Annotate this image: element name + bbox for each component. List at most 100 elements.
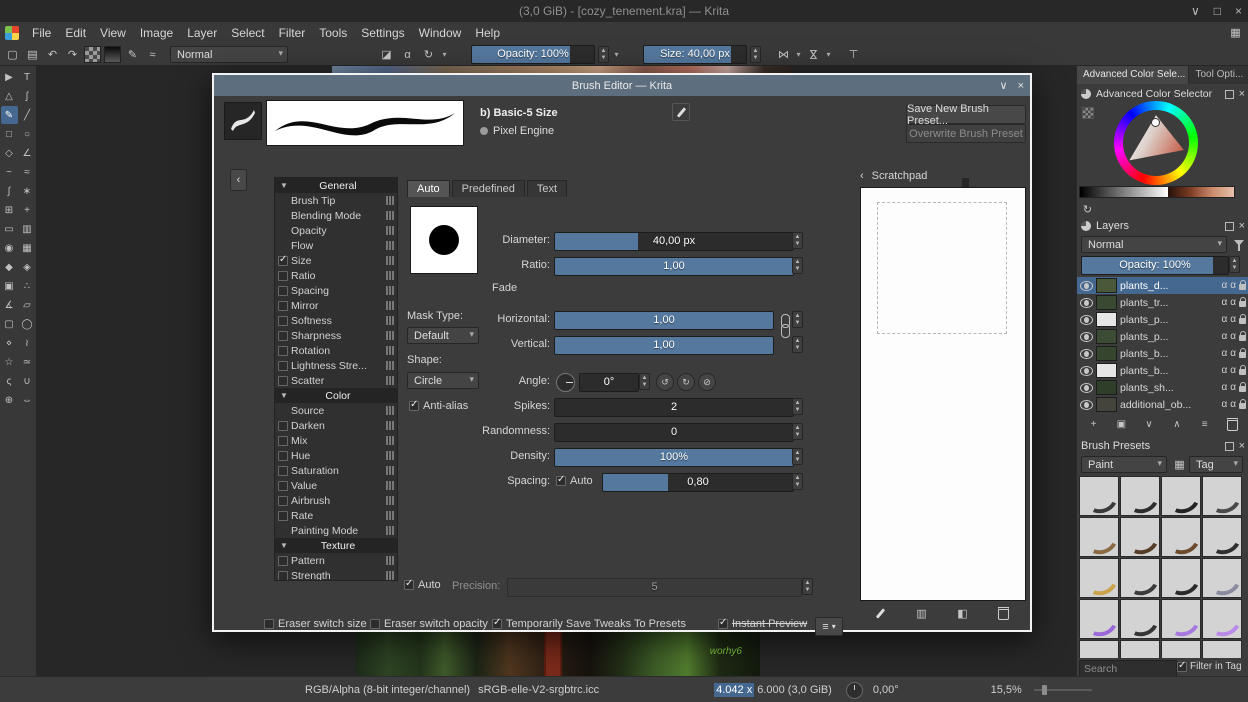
close-dialog-icon[interactable]: × bbox=[1018, 80, 1024, 92]
menu-view[interactable]: View bbox=[93, 22, 133, 44]
mirror-horizontal-icon[interactable]: ⋈ bbox=[775, 46, 792, 63]
link-fade-icon[interactable] bbox=[780, 314, 790, 340]
option-spacing[interactable]: Spacing bbox=[275, 283, 397, 298]
option-flow[interactable]: Flow bbox=[275, 238, 397, 253]
eraser-mode-icon[interactable]: ◪ bbox=[378, 46, 395, 63]
float-panel-icon[interactable] bbox=[1224, 441, 1234, 451]
calligraphy-tool[interactable]: ʃ bbox=[19, 87, 36, 105]
gray-shade-gradient[interactable] bbox=[1080, 187, 1168, 197]
option-checkbox[interactable] bbox=[278, 345, 288, 356]
preset-tag-filter-dropdown[interactable]: Paint bbox=[1081, 456, 1167, 473]
close-panel-icon[interactable]: × bbox=[1239, 88, 1245, 100]
gradient-chooser-icon[interactable] bbox=[104, 46, 121, 63]
option-checkbox[interactable] bbox=[278, 555, 288, 566]
eraser-switch-size-checkbox[interactable] bbox=[264, 619, 274, 629]
save-document-icon[interactable]: ▤ bbox=[24, 46, 41, 63]
layer-row[interactable]: plants_b... α α bbox=[1077, 362, 1248, 379]
angle-dial[interactable] bbox=[556, 373, 575, 392]
drag-handle-icon[interactable] bbox=[386, 211, 394, 220]
spikes-spinbox[interactable]: 2 bbox=[554, 398, 794, 417]
menu-layer[interactable]: Layer bbox=[180, 22, 224, 44]
enclose-fill-tool[interactable]: ◈ bbox=[19, 258, 36, 276]
maximize-icon[interactable]: □ bbox=[1214, 4, 1221, 18]
inherit-alpha-icon[interactable]: α bbox=[1221, 280, 1227, 291]
option-rotation[interactable]: Rotation bbox=[275, 343, 397, 358]
detach-options-menu-button[interactable]: ≡ ▾ bbox=[815, 617, 843, 636]
option-checkbox[interactable] bbox=[278, 510, 288, 521]
alpha-lock-icon[interactable]: α bbox=[1230, 399, 1236, 410]
mirror-vertical-icon[interactable]: ⋈ bbox=[805, 46, 822, 63]
brush-preset[interactable] bbox=[1120, 517, 1160, 557]
text-tool[interactable]: T bbox=[19, 68, 36, 86]
reference-images-tool[interactable]: ▱ bbox=[19, 296, 36, 314]
brush-preset[interactable] bbox=[1079, 558, 1119, 598]
filter-layers-icon[interactable] bbox=[1234, 240, 1244, 251]
menu-tools[interactable]: Tools bbox=[312, 22, 354, 44]
move-layer-up-icon[interactable]: ∧ bbox=[1168, 416, 1185, 433]
measure-tool[interactable]: ∡ bbox=[1, 296, 18, 314]
freehand-path-tool[interactable]: ≈ bbox=[19, 163, 36, 181]
density-spinner[interactable]: ▲ ▼ bbox=[792, 448, 803, 465]
menu-filter[interactable]: Filter bbox=[272, 22, 313, 44]
brush-preset[interactable] bbox=[1202, 640, 1242, 658]
ellipse-tool[interactable]: ○ bbox=[19, 125, 36, 143]
float-panel-icon[interactable] bbox=[1224, 89, 1234, 99]
shape-dropdown[interactable]: Circle bbox=[407, 372, 479, 389]
mirror-vertical-icon-dropdown[interactable]: ▾ bbox=[824, 46, 833, 63]
menu-window[interactable]: Window bbox=[412, 22, 469, 44]
brush-preset[interactable] bbox=[1120, 640, 1160, 658]
visibility-eye-icon[interactable] bbox=[1080, 280, 1093, 291]
close-panel-icon[interactable]: × bbox=[1239, 440, 1245, 452]
option-sharpness[interactable]: Sharpness bbox=[275, 328, 397, 343]
option-checkbox[interactable] bbox=[278, 465, 288, 476]
crop-tool[interactable]: ▭ bbox=[1, 220, 18, 238]
option-checkbox[interactable] bbox=[278, 315, 288, 326]
doc-size-selected[interactable]: 4.042 x bbox=[714, 683, 755, 697]
brush-preset[interactable] bbox=[1202, 517, 1242, 557]
option-opacity[interactable]: Opacity bbox=[275, 223, 397, 238]
drag-handle-icon[interactable] bbox=[386, 316, 394, 325]
opacity-dropdown-arrow-icon[interactable]: ▾ bbox=[612, 46, 621, 63]
move-tool[interactable]: + bbox=[19, 201, 36, 219]
drag-handle-icon[interactable] bbox=[386, 511, 394, 520]
option-checkbox[interactable] bbox=[278, 495, 288, 506]
option-section-texture[interactable]: ▼ Texture bbox=[275, 538, 397, 553]
delete-layer-icon[interactable] bbox=[1224, 416, 1241, 433]
alpha-lock-icon[interactable]: α bbox=[1230, 331, 1236, 342]
bezier-select-tool[interactable]: ς bbox=[1, 372, 18, 390]
visibility-eye-icon[interactable] bbox=[1080, 365, 1093, 376]
redo-icon[interactable]: ↷ bbox=[64, 46, 81, 63]
layer-thumbnail[interactable] bbox=[1096, 363, 1117, 378]
ratio-slider[interactable]: 1,00 bbox=[554, 257, 794, 276]
rectangle-tool[interactable]: □ bbox=[1, 125, 18, 143]
layer-lock-icon[interactable] bbox=[1239, 365, 1246, 375]
inherit-alpha-icon[interactable]: α bbox=[1221, 297, 1227, 308]
spacing-auto-checkbox[interactable] bbox=[556, 474, 566, 486]
vertical-spinner[interactable]: ▲ ▼ bbox=[792, 336, 803, 353]
drag-handle-icon[interactable] bbox=[386, 301, 394, 310]
rename-preset-icon[interactable] bbox=[672, 103, 690, 121]
pan-tool[interactable]: ⇔ bbox=[19, 391, 36, 409]
option-brush-tip[interactable]: Brush Tip bbox=[275, 193, 397, 208]
angle-spinbox[interactable]: 0° bbox=[579, 373, 639, 392]
opacity-slider[interactable]: Opacity: 100% bbox=[471, 45, 595, 64]
inherit-alpha-icon[interactable]: α bbox=[1221, 314, 1227, 325]
new-document-icon[interactable]: ▢ bbox=[4, 46, 21, 63]
preserve-alpha-icon[interactable]: α bbox=[399, 46, 416, 63]
bezier-curve-tool[interactable]: ~ bbox=[1, 163, 18, 181]
drag-handle-icon[interactable] bbox=[386, 436, 394, 445]
similar-select-tool[interactable]: ≃ bbox=[19, 353, 36, 371]
ellipse-select-tool[interactable]: ◯ bbox=[19, 315, 36, 333]
option-darken[interactable]: Darken bbox=[275, 418, 397, 433]
eraser-switch-opacity-checkbox[interactable] bbox=[370, 619, 380, 629]
brush-preset[interactable] bbox=[1161, 517, 1201, 557]
duplicate-layer-icon[interactable]: ▣ bbox=[1113, 416, 1130, 433]
option-checkbox[interactable] bbox=[278, 435, 288, 446]
layer-row[interactable]: plants_tr... α α bbox=[1077, 294, 1248, 311]
drag-handle-icon[interactable] bbox=[386, 271, 394, 280]
brush-preset[interactable] bbox=[1120, 599, 1160, 639]
alpha-lock-icon[interactable]: α bbox=[1230, 314, 1236, 325]
brush-preset[interactable] bbox=[1161, 599, 1201, 639]
visibility-eye-icon[interactable] bbox=[1080, 297, 1093, 308]
mask-type-dropdown[interactable]: Default bbox=[407, 327, 479, 344]
